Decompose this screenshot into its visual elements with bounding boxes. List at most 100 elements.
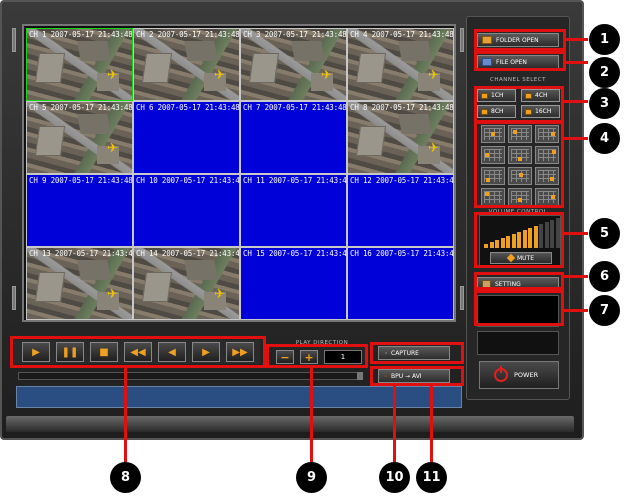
airplane-icon: ✈ [428, 68, 439, 83]
channel-cell-6[interactable]: CH 6 2007-05-17 21:43:48 [133, 101, 240, 174]
highlight-volume [474, 212, 564, 268]
channel-timestamp-label: CH 1 2007-05-17 21:43:48 [29, 30, 133, 39]
channel-cell-9[interactable]: CH 9 2007-05-17 21:43:48 [26, 174, 133, 247]
highlight-file-open [474, 51, 566, 71]
channel-timestamp-label: CH 4 2007-05-17 21:43:48 [350, 30, 454, 39]
progress-handle[interactable] [357, 372, 363, 380]
airplane-icon: ✈ [428, 141, 439, 156]
leader-line-6 [564, 275, 588, 278]
power-button[interactable]: POWER [479, 361, 559, 389]
leader-line-2 [566, 61, 588, 64]
building-shape [77, 260, 111, 280]
callout-8: 8 [110, 462, 141, 493]
airplane-icon: ✈ [214, 287, 225, 302]
channel-timestamp-label: CH 3 2007-05-17 21:43:48 [243, 30, 347, 39]
building-shape [77, 114, 111, 134]
leader-line-9 [310, 368, 313, 462]
leader-line-7 [564, 309, 588, 312]
channel-timestamp-label: CH 11 2007-05-17 21:43:48 [243, 176, 347, 185]
channel-cell-11[interactable]: CH 11 2007-05-17 21:43:48 [240, 174, 347, 247]
video-display: ✈ CH 1 2007-05-17 21:43:48 ✈ CH 2 2007-05-1… [22, 24, 456, 322]
building-shape [291, 41, 325, 61]
channel-cell-15[interactable]: CH 15 2007-05-17 21:43:48 [240, 247, 347, 320]
channel-cell-2[interactable]: ✈ CH 2 2007-05-17 21:43:48 [133, 28, 240, 101]
leader-line-11 [430, 386, 433, 462]
highlight-info-display [474, 290, 564, 326]
channel-cell-1[interactable]: ✈ CH 1 2007-05-17 21:43:48 [26, 28, 133, 101]
power-icon [494, 366, 508, 382]
building-shape [34, 126, 66, 156]
highlight-capture [370, 342, 464, 364]
callout-6: 6 [589, 261, 620, 292]
channel-timestamp-label: CH 9 2007-05-17 21:43:48 [29, 176, 133, 185]
channel-cell-5[interactable]: ✈ CH 5 2007-05-17 21:43:48 [26, 101, 133, 174]
left-resize-handle-top[interactable] [12, 28, 16, 52]
building-shape [398, 114, 432, 134]
channel-cell-4[interactable]: ✈ CH 4 2007-05-17 21:43:48 [347, 28, 454, 101]
building-shape [34, 53, 66, 83]
right-resize-handle-bottom[interactable] [460, 286, 464, 310]
building-shape [184, 41, 218, 61]
power-label: POWER [514, 371, 539, 379]
highlight-play-direction [266, 344, 368, 368]
channel-cell-12[interactable]: CH 12 2007-05-17 21:43:48 [347, 174, 454, 247]
channel-timestamp-label: CH 13 2007-05-17 21:43:48 [29, 249, 133, 258]
channel-cell-10[interactable]: CH 10 2007-05-17 21:43:48 [133, 174, 240, 247]
highlight-layout-selector [474, 120, 564, 208]
building-shape [77, 41, 111, 61]
airplane-icon: ✈ [214, 68, 225, 83]
channel-timestamp-label: CH 16 2007-05-17 21:43:48 [350, 249, 454, 258]
building-shape [248, 53, 280, 83]
building-shape [355, 53, 387, 83]
highlight-convert [370, 366, 464, 386]
airplane-icon: ✈ [107, 287, 118, 302]
channel-cell-3[interactable]: ✈ CH 3 2007-05-17 21:43:48 [240, 28, 347, 101]
right-resize-handle-top[interactable] [460, 28, 464, 52]
leader-line-1 [566, 38, 588, 41]
leader-line-4 [564, 137, 588, 140]
channel-timestamp-label: CH 2 2007-05-17 21:43:48 [136, 30, 240, 39]
channel-timestamp-label: CH 5 2007-05-17 21:43:48 [29, 103, 133, 112]
channel-grid: ✈ CH 1 2007-05-17 21:43:48 ✈ CH 2 2007-05-1… [26, 28, 454, 320]
callout-3: 3 [589, 88, 620, 119]
channel-timestamp-label: CH 12 2007-05-17 21:43:48 [350, 176, 454, 185]
info-display-lower [477, 331, 559, 355]
channel-cell-13[interactable]: ✈ CH 13 2007-05-17 21:43:48 [26, 247, 133, 320]
channel-timestamp-label: CH 7 2007-05-17 21:43:48 [243, 103, 347, 112]
leader-line-8 [124, 368, 127, 462]
airplane-icon: ✈ [107, 68, 118, 83]
channel-cell-8[interactable]: ✈ CH 8 2007-05-17 21:43:48 [347, 101, 454, 174]
callout-10: 10 [379, 462, 410, 493]
control-panel: FOLDER OPEN FILE OPEN CHANNEL SELECT 1CH… [466, 16, 570, 400]
building-shape [141, 53, 173, 83]
channel-timestamp-label: CH 10 2007-05-17 21:43:48 [136, 176, 240, 185]
leader-line-10 [393, 386, 396, 462]
window-bottom-bar [6, 416, 574, 432]
leader-line-3 [564, 100, 588, 103]
channel-timestamp-label: CH 14 2007-05-17 21:43:48 [136, 249, 240, 258]
callout-1: 1 [589, 24, 620, 55]
highlight-channel-select [474, 86, 564, 124]
building-shape [141, 272, 173, 302]
callout-9: 9 [296, 462, 327, 493]
channel-timestamp-label: CH 8 2007-05-17 21:43:48 [350, 103, 454, 112]
airplane-icon: ✈ [321, 68, 332, 83]
highlight-folder-open [474, 29, 566, 51]
channel-cell-14[interactable]: ✈ CH 14 2007-05-17 21:43:48 [133, 247, 240, 320]
channel-select-title: CHANNEL SELECT [490, 77, 546, 83]
channel-cell-7[interactable]: CH 7 2007-05-17 21:43:48 [240, 101, 347, 174]
building-shape [34, 272, 66, 302]
channel-timestamp-label: CH 6 2007-05-17 21:43:48 [136, 103, 240, 112]
left-resize-handle-bottom[interactable] [12, 286, 16, 310]
callout-4: 4 [589, 123, 620, 154]
leader-line-5 [564, 232, 588, 235]
building-shape [398, 41, 432, 61]
airplane-icon: ✈ [107, 141, 118, 156]
highlight-setting [474, 272, 564, 290]
channel-timestamp-label: CH 15 2007-05-17 21:43:48 [243, 249, 347, 258]
channel-cell-16[interactable]: CH 16 2007-05-17 21:43:48 [347, 247, 454, 320]
callout-5: 5 [589, 218, 620, 249]
building-shape [355, 126, 387, 156]
callout-11: 11 [416, 462, 447, 493]
building-shape [184, 260, 218, 280]
